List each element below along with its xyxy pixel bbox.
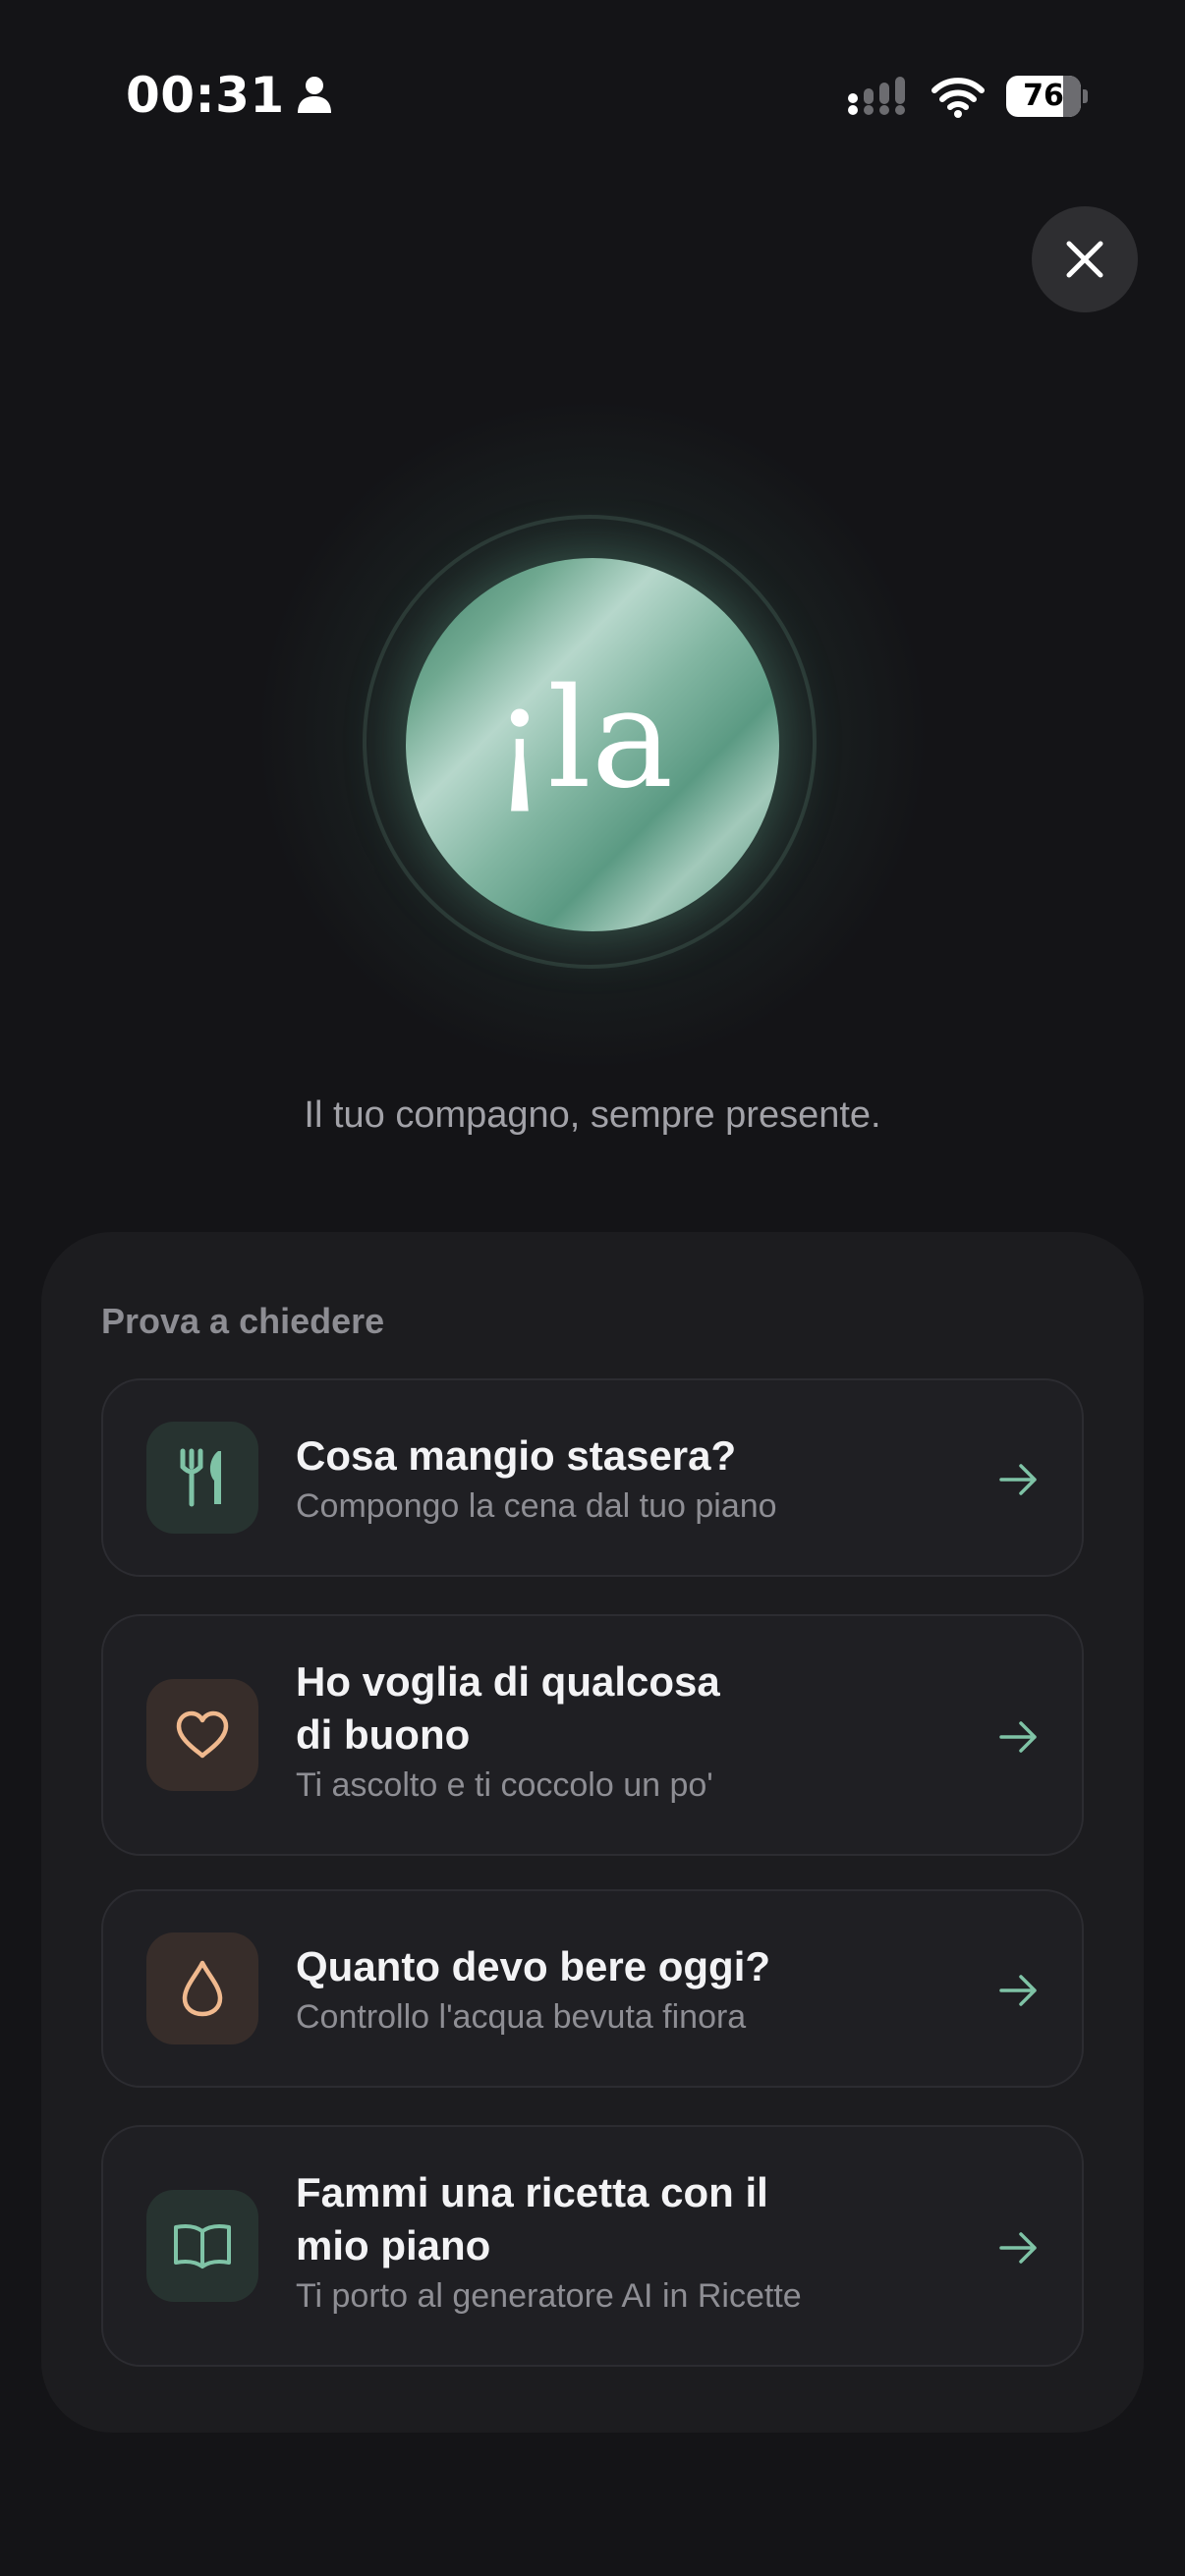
tagline: Il tuo compagno, sempre presente. [304,1094,881,1136]
suggestion-card-dinner[interactable]: Cosa mangio stasera? Compongo la cena da… [101,1378,1084,1577]
battery-tip [1083,89,1088,103]
battery-icon: 76 [1006,76,1089,117]
wifi-icon [931,78,985,118]
signal-icon [848,77,905,115]
heart-icon-tile [146,1679,258,1791]
book-icon-tile [146,2190,258,2302]
card-text: Quanto devo bere oggi? Controllo l'acqua… [296,1940,846,2039]
status-bar: 00:31 76 [0,0,1185,196]
heart-icon [176,1710,229,1759]
status-indicators: 76 [847,75,1089,118]
logo-text: ¡la [492,659,674,819]
suggestion-card-recipe[interactable]: Fammi una ricetta con il mio piano Ti po… [101,2125,1084,2367]
card-subtitle: Compongo la cena dal tuo piano [296,1487,777,1525]
battery-body: 76 [1006,76,1081,117]
card-title: Fammi una ricetta con il mio piano [296,2169,768,2268]
battery-level: 76 [1023,79,1064,113]
water-drop-icon-tile [146,1932,258,2044]
arrow-right-icon [999,2232,1037,2264]
status-time: 00:31 [126,67,285,124]
card-text: Fammi una ricetta con il mio piano Ti po… [296,2166,846,2318]
fork-knife-icon [180,1448,221,1507]
card-subtitle: Controllo l'acqua bevuta finora [296,1998,747,2036]
fork-knife-icon-tile [146,1422,258,1534]
suggestions-title: Prova a chiedere [101,1301,385,1341]
water-drop-icon [182,1960,223,2017]
card-title: Cosa mangio stasera? [296,1432,737,1479]
logo-wordmark: ¡la [492,659,674,819]
status-time-group: 00:31 [126,65,334,126]
book-icon [174,2224,231,2268]
arrow-right-icon [999,1464,1037,1495]
card-text: Ho voglia di qualcosa di buono Ti ascolt… [296,1655,846,1807]
close-button[interactable] [1032,206,1138,312]
close-icon [1066,241,1103,278]
arrow-right-icon [999,1975,1037,2006]
card-title: Ho voglia di qualcosa di buono [296,1658,720,1758]
suggestion-card-water[interactable]: Quanto devo bere oggi? Controllo l'acqua… [101,1889,1084,2088]
app-logo: ¡la [406,558,779,931]
suggestions-panel: Prova a chiedere Cosa mangio stasera? Co… [41,1232,1144,2433]
card-subtitle: Ti porto al generatore AI in Ricette [296,2277,802,2315]
card-subtitle: Ti ascolto e ti coccolo un po' [296,1766,713,1804]
person-icon [297,77,331,113]
card-text: Cosa mangio stasera? Compongo la cena da… [296,1429,846,1528]
suggestion-card-craving[interactable]: Ho voglia di qualcosa di buono Ti ascolt… [101,1614,1084,1856]
card-title: Quanto devo bere oggi? [296,1943,771,1989]
arrow-right-icon [999,1721,1037,1753]
